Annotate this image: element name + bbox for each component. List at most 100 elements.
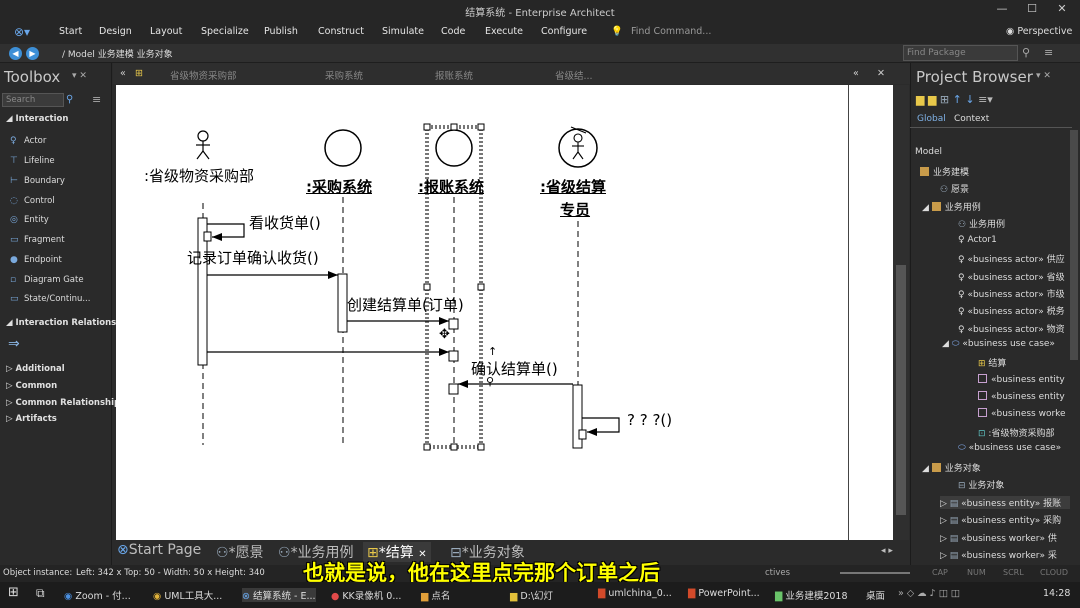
close-window-icon[interactable]: ✕: [1048, 2, 1076, 18]
back-icon[interactable]: ◀: [9, 47, 22, 60]
browser-scrollbar[interactable]: [1070, 130, 1078, 360]
tree-item[interactable]: ◢ ⬭ «business use case»: [942, 339, 1055, 349]
tree-item[interactable]: ♀ «business actor» 税务: [958, 304, 1065, 317]
actor-figure-icon[interactable]: [196, 130, 210, 160]
tree-item[interactable]: ⊡ :省级物资采购部: [978, 426, 1054, 439]
diagram-canvas[interactable]: ✥ ↑ ⚲ :省级物资采购部 :采购系统 :报账系统 :省级结算 专员 看收货单…: [116, 85, 893, 540]
tree-item[interactable]: ◢ 业务对象: [922, 461, 981, 474]
toolbox-section-relationships[interactable]: ◢ Interaction Relationsh: [6, 318, 122, 328]
toolbox-section-additional[interactable]: ▷ Additional: [6, 364, 65, 374]
taskbar-powerpoint[interactable]: ▇ PowerPoint...: [688, 588, 760, 599]
menu-configure[interactable]: Configure: [541, 26, 587, 37]
tree-item[interactable]: ⬭ «business use case»: [958, 443, 1061, 453]
menu-design[interactable]: Design: [99, 26, 132, 37]
taskbar-chrome[interactable]: ◉ UML工具大...: [153, 588, 222, 602]
find-package-input[interactable]: Find Package: [903, 45, 1018, 61]
control-lifeline-icon[interactable]: [435, 129, 473, 167]
activation-bar[interactable]: [448, 383, 459, 395]
tab-start-page[interactable]: ⊗Start Page: [117, 542, 201, 558]
tab-vision[interactable]: ⚇*愿景: [216, 542, 264, 562]
vertical-scrollbar[interactable]: [893, 85, 909, 540]
toolbox-item-state[interactable]: ▭ State/Continu...: [10, 294, 90, 304]
lifeline-label-3[interactable]: :报账系统: [418, 176, 484, 197]
tree-item[interactable]: ⚇ 愿景: [940, 182, 969, 195]
diagram-add-icon[interactable]: ⊞: [940, 93, 949, 106]
toolbox-section-common[interactable]: ▷ Common: [6, 381, 57, 391]
menu-lines-icon[interactable]: ≡: [1044, 46, 1053, 59]
breadcrumb[interactable]: / Model 业务建模 业务对象: [62, 47, 173, 60]
toolbox-item-boundary[interactable]: ⊢ Boundary: [10, 176, 65, 186]
lifeline-label-4a[interactable]: :省级结算: [540, 176, 606, 197]
menu-start[interactable]: Start: [59, 26, 82, 37]
tree-item[interactable]: ⊞ 结算: [978, 356, 1006, 369]
tree-item[interactable]: ⚇ 业务用例: [958, 217, 1005, 230]
taskbar-pdf[interactable]: ▇ umlchina_0...: [598, 588, 672, 599]
activation-bar[interactable]: [448, 318, 459, 330]
perspective-button[interactable]: ◉ Perspective: [1006, 26, 1072, 37]
taskbar-slides-folder[interactable]: ▆ D:\幻灯: [510, 588, 553, 602]
toolbox-item-lifeline[interactable]: ⊤ Lifeline: [10, 156, 55, 166]
task-view-icon[interactable]: ⧉: [36, 586, 45, 601]
taskbar-zoom[interactable]: ◉ Zoom - 付...: [64, 588, 131, 602]
message-label-4[interactable]: 确认结算单(): [471, 358, 558, 379]
activation-bar[interactable]: [337, 273, 348, 333]
tree-item[interactable]: ▷ ▤ «business worker» 供: [940, 531, 1057, 544]
taskbar-desktop[interactable]: 桌面: [866, 588, 885, 602]
zoom-slider[interactable]: [840, 572, 910, 574]
collapse-right-icon[interactable]: «: [853, 68, 859, 79]
message-arrow-icon[interactable]: ⇒: [8, 336, 20, 352]
tree-item[interactable]: «business worke: [978, 408, 1066, 419]
toolbox-pin-icon[interactable]: ▾ ✕: [72, 71, 87, 81]
tree-item[interactable]: «business entity: [978, 374, 1065, 385]
tree-item[interactable]: ▷ ▤ «business entity» 采购: [940, 513, 1061, 526]
menu-layout[interactable]: Layout: [150, 26, 182, 37]
tree-item[interactable]: 业务建模: [920, 165, 969, 178]
tree-item[interactable]: ♀ Actor1: [958, 235, 997, 245]
app-logo-icon[interactable]: ⊗▾: [14, 25, 30, 39]
message-label-5[interactable]: ? ? ?(): [627, 411, 672, 429]
close-diagram-icon[interactable]: ✕: [877, 68, 885, 79]
activation-bar[interactable]: [203, 231, 212, 242]
activation-bar[interactable]: [578, 429, 587, 440]
control-lifeline-icon[interactable]: [324, 129, 362, 167]
taskbar-ea[interactable]: ⊗ 结算系统 - E...: [242, 588, 316, 602]
toolbox-item-endpoint[interactable]: ● Endpoint: [10, 255, 62, 265]
message-label-2[interactable]: 记录订单确认收货(): [187, 247, 319, 268]
toolbox-item-control[interactable]: ◌ Control: [10, 196, 55, 206]
windows-start-icon[interactable]: ⊞: [8, 585, 19, 600]
lifeline-tab-4[interactable]: 省级结...: [555, 68, 593, 82]
toolbox-section-common-relationship[interactable]: ▷ Common Relationship: [6, 398, 120, 408]
browser-pin-icon[interactable]: ▾ ✕: [1036, 71, 1051, 81]
move-up-icon[interactable]: ↑: [953, 93, 962, 106]
menu-publish[interactable]: Publish: [264, 26, 298, 37]
toolbox-search-input[interactable]: Search: [2, 93, 64, 107]
tree-item[interactable]: ▷ ▤ «business worker» 采: [940, 548, 1057, 561]
collapse-left-icon[interactable]: «: [120, 68, 126, 79]
tree-item[interactable]: ⊟ 业务对象: [958, 478, 1004, 491]
tree-item[interactable]: «business entity: [978, 391, 1065, 402]
lifeline-tab-3[interactable]: 报账系统: [435, 68, 473, 82]
toolbox-section-artifacts[interactable]: ▷ Artifacts: [6, 414, 57, 424]
toolbox-item-fragment[interactable]: ▭ Fragment: [10, 235, 65, 245]
tab-global[interactable]: Global: [917, 114, 946, 124]
tree-item[interactable]: ♀ «business actor» 市级: [958, 287, 1065, 300]
browser-toolbar[interactable]: ▆ ▆ ⊞ ↑ ↓ ≡▾: [916, 93, 993, 106]
tray-icons[interactable]: » ◇ ☁ ♪ ◫ ◫: [898, 588, 960, 599]
toolbox-item-entity[interactable]: ◎ Entity: [10, 215, 49, 225]
tree-item[interactable]: ♀ «business actor» 供应: [958, 252, 1065, 265]
search-icon[interactable]: ⚲: [1022, 46, 1030, 59]
find-command-input[interactable]: Find Command...: [631, 26, 711, 37]
toolbox-item-diagram-gate[interactable]: ▫ Diagram Gate: [10, 275, 84, 285]
tab-context[interactable]: Context: [954, 114, 989, 124]
message-label-1[interactable]: 看收货单(): [249, 212, 321, 233]
taskbar-rollcall[interactable]: ▆ 点名: [421, 588, 450, 602]
tree-item[interactable]: ▷ ▤ «business entity» 报账: [940, 496, 1070, 509]
toolbox-menu-icon[interactable]: ≡: [92, 93, 101, 106]
lifeline-label-1[interactable]: :省级物资采购部: [144, 165, 254, 186]
forward-icon[interactable]: ▶: [26, 47, 39, 60]
move-down-icon[interactable]: ↓: [965, 93, 974, 106]
scroll-thumb[interactable]: [896, 265, 906, 515]
tab-scroll-arrows-icon[interactable]: ◂ ▸: [881, 546, 893, 556]
tree-item[interactable]: ♀ «business actor» 物资: [958, 322, 1065, 335]
browser-menu-icon[interactable]: ≡▾: [978, 93, 993, 106]
